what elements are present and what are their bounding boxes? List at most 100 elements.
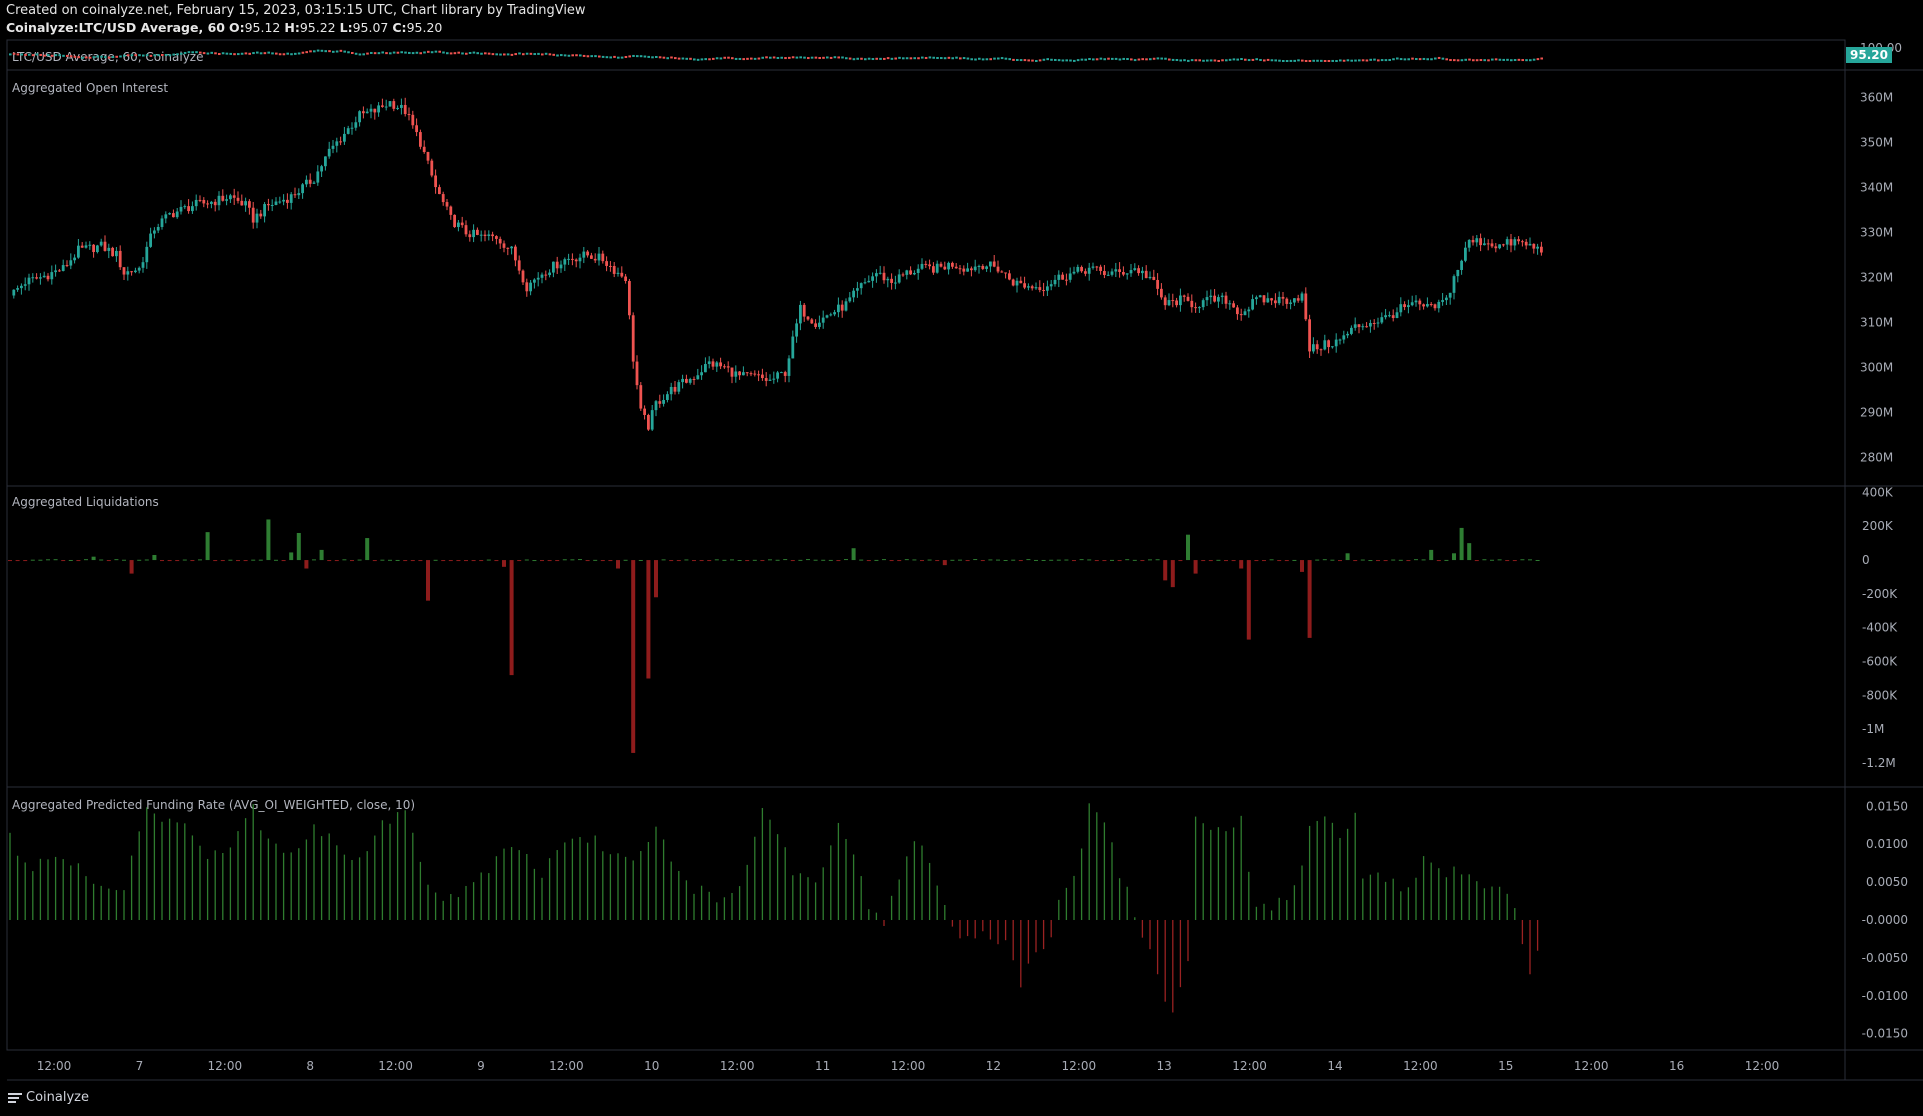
oi-candle xyxy=(1452,276,1456,293)
price-candle xyxy=(145,54,149,57)
oi-candle xyxy=(301,184,304,194)
funding-y-tick-label: -0.0100 xyxy=(1862,989,1908,1003)
liq-bar xyxy=(456,560,461,562)
oi-candle xyxy=(39,277,42,279)
oi-candle xyxy=(571,258,574,260)
chart-canvas[interactable]: LTC/USD Average, 60, Coinalyze100.0095.2… xyxy=(0,0,1923,1116)
price-candle xyxy=(1293,59,1296,62)
liq-bar xyxy=(942,560,947,566)
oi-candle xyxy=(1342,335,1346,340)
price-candle xyxy=(753,57,757,60)
price-candle xyxy=(294,52,297,55)
liq-bar xyxy=(616,560,620,569)
price-candle xyxy=(1449,59,1452,62)
oi-candle xyxy=(111,247,114,257)
price-candle xyxy=(734,57,738,60)
price-candle xyxy=(605,56,609,59)
oi-candle xyxy=(472,229,475,238)
oi-candle xyxy=(1156,279,1159,289)
liq-bar xyxy=(927,559,932,561)
liq-bar xyxy=(1528,559,1532,561)
oi-candle xyxy=(46,275,50,280)
liq-bar xyxy=(175,560,180,562)
oi-y-tick-label: 310M xyxy=(1860,316,1893,330)
oi-candle xyxy=(1217,297,1220,302)
footer-brand[interactable]: Coinalyze xyxy=(8,1090,89,1105)
price-candle xyxy=(670,56,673,59)
oi-candle xyxy=(476,229,479,235)
price-candle xyxy=(1012,58,1015,61)
oi-candle xyxy=(935,263,939,273)
oi-candle xyxy=(1198,307,1201,309)
price-candle xyxy=(347,51,350,54)
liq-bar xyxy=(23,560,28,562)
liq-bar xyxy=(600,560,605,562)
oi-candle xyxy=(1528,243,1532,246)
oi-candle xyxy=(1296,298,1300,301)
oi-candle xyxy=(1517,239,1520,242)
price-candle xyxy=(172,53,175,56)
oi-candle xyxy=(270,204,274,206)
oi-candle xyxy=(381,105,384,107)
oi-candle xyxy=(837,304,840,313)
price-candle xyxy=(400,51,403,54)
hamburger-menu-icon[interactable] xyxy=(8,1091,22,1105)
liq-bar xyxy=(631,560,636,753)
liq-bar xyxy=(585,560,590,562)
oi-candle xyxy=(753,373,757,375)
liq-bar xyxy=(1110,559,1114,561)
oi-candle xyxy=(297,193,301,196)
price-candle xyxy=(704,58,707,61)
price-candle xyxy=(662,56,666,59)
price-candle xyxy=(233,53,236,56)
funding-title: Aggregated Predicted Funding Rate (AVG_O… xyxy=(12,798,415,812)
oi-candle xyxy=(1536,246,1539,249)
price-candle xyxy=(28,53,31,56)
price-candle xyxy=(449,52,453,55)
price-candle xyxy=(791,56,795,59)
price-candle xyxy=(373,52,377,55)
price-candle xyxy=(575,54,578,57)
liq-bar xyxy=(996,559,1000,561)
price-candle xyxy=(438,50,441,53)
oi-candle xyxy=(172,213,175,218)
oi-candle xyxy=(631,315,635,362)
oi-candle xyxy=(240,200,244,206)
liq-bar xyxy=(714,559,719,561)
price-candle xyxy=(693,58,696,61)
price-candle xyxy=(886,57,890,60)
liq-bar xyxy=(752,559,757,561)
price-candle xyxy=(731,57,734,60)
price-candle xyxy=(769,56,772,59)
oi-candle xyxy=(103,241,107,251)
oi-candle xyxy=(305,179,308,185)
liq-bar xyxy=(973,559,978,561)
price-candle xyxy=(1263,59,1266,62)
price-candle xyxy=(240,52,244,55)
oi-candle xyxy=(479,234,483,236)
liq-bar xyxy=(1459,527,1464,561)
liq-bar xyxy=(471,560,476,562)
oi-candle xyxy=(730,367,734,377)
price-candle xyxy=(1000,57,1004,60)
oi-candle xyxy=(1475,238,1479,243)
price-candle xyxy=(841,56,844,59)
price-candle xyxy=(1103,58,1106,61)
price-candle xyxy=(594,55,597,58)
price-candle xyxy=(617,56,620,59)
oi-candle xyxy=(1391,315,1395,318)
liq-bar xyxy=(1178,560,1183,562)
price-candle xyxy=(54,54,58,57)
price-candle xyxy=(582,54,586,57)
oi-candle xyxy=(282,199,285,202)
oi-candle xyxy=(787,358,791,376)
oi-candle xyxy=(947,262,950,270)
oi-candle xyxy=(700,372,703,376)
oi-candle xyxy=(552,261,555,273)
price-candle xyxy=(206,52,210,55)
oi-candle xyxy=(153,230,156,234)
price-candle xyxy=(658,56,662,59)
price-candle xyxy=(696,58,700,61)
price-candle xyxy=(981,58,985,61)
price-candle xyxy=(997,57,1000,60)
